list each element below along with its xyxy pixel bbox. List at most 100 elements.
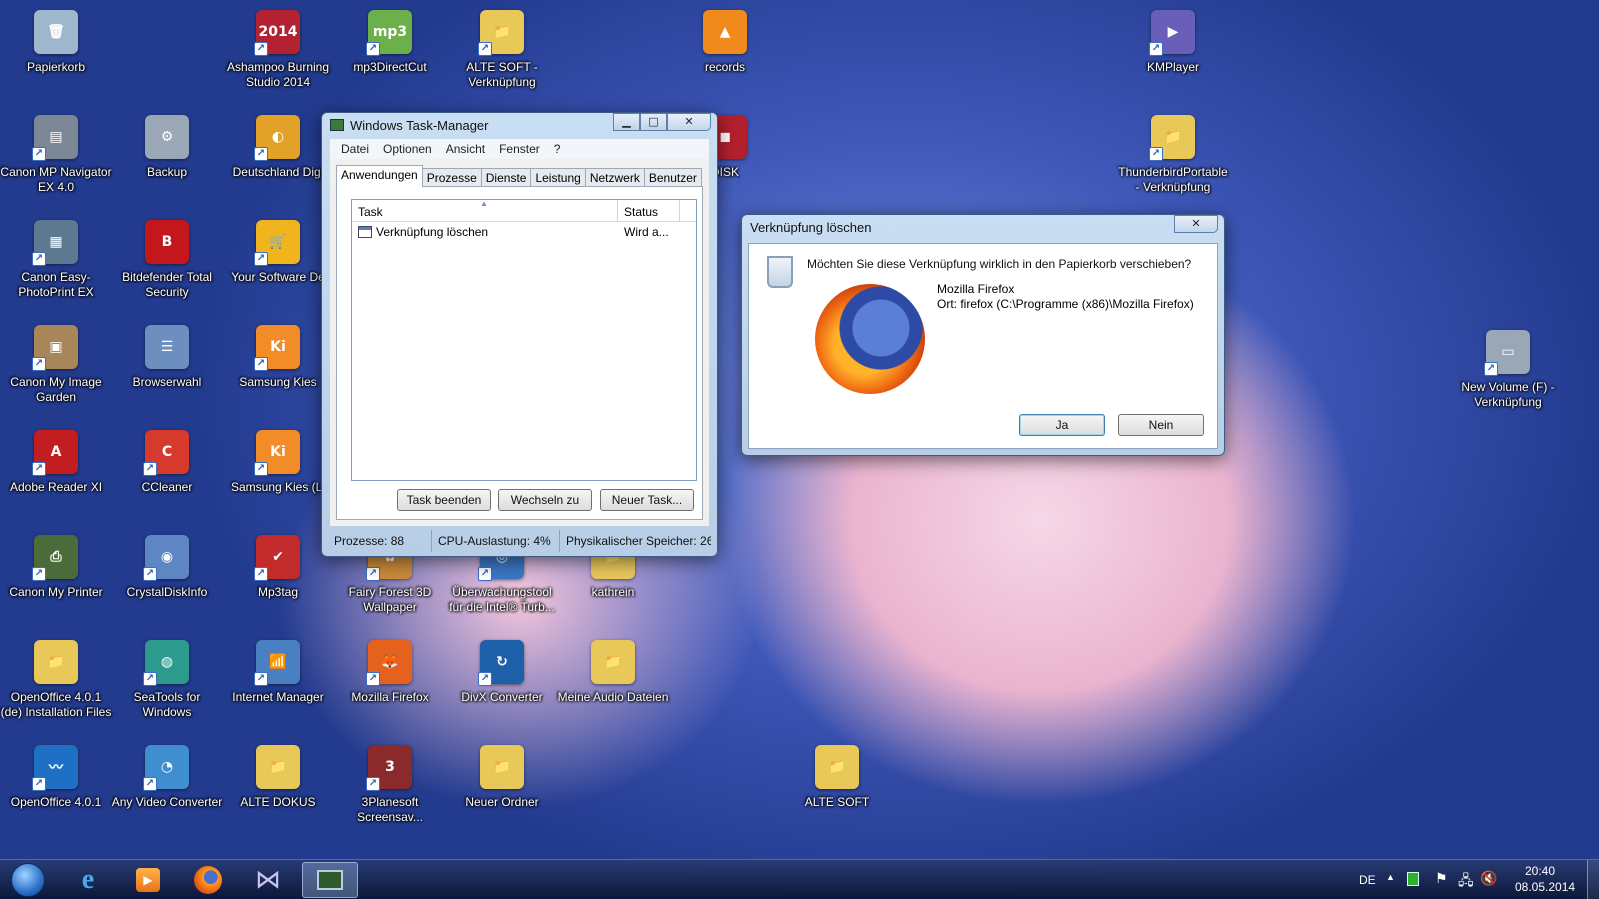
- menu-fenster[interactable]: Fenster: [492, 142, 547, 156]
- desktop-icon[interactable]: Ki ↗ Samsung Kies: [222, 325, 334, 425]
- desktop-icon[interactable]: 🦊 ↗ Mozilla Firefox: [334, 640, 446, 740]
- end-task-button[interactable]: Task beenden: [397, 489, 491, 511]
- desktop-icon-label: Ashampoo Burning Studio 2014: [226, 60, 330, 89]
- task-name: Verknüpfung löschen: [376, 225, 489, 239]
- desktop-icon-image: Ki ↗: [254, 430, 300, 476]
- tab-benutzer[interactable]: Benutzer: [643, 168, 702, 187]
- menu-help[interactable]: ?: [547, 142, 568, 156]
- dialog-close-button[interactable]: ✕: [1174, 215, 1218, 233]
- desktop-icon[interactable]: B Bitdefender Total Security: [111, 220, 223, 320]
- tab-dienste[interactable]: Dienste: [480, 168, 532, 187]
- taskbar-kmplayer[interactable]: ⋈: [240, 862, 296, 898]
- desktop-icon[interactable]: 2014 ↗ Ashampoo Burning Studio 2014: [222, 10, 334, 110]
- desktop-icon[interactable]: ◔ ↗ Any Video Converter: [111, 745, 223, 845]
- column-status[interactable]: Status: [618, 200, 680, 221]
- dialog-question: Möchten Sie diese Verknüpfung wirklich i…: [807, 257, 1192, 271]
- item-location: Ort: firefox (C:\Programme (x86)\Mozilla…: [937, 297, 1194, 311]
- desktop-icon[interactable]: ◉ ↗ CrystalDiskInfo: [111, 535, 223, 635]
- yes-button[interactable]: Ja: [1019, 414, 1105, 436]
- desktop-icon[interactable]: 📁 Neuer Ordner: [446, 745, 558, 845]
- desktop-icon[interactable]: ▲ records: [669, 10, 781, 110]
- desktop-icon-label: records: [704, 60, 745, 74]
- clock-time[interactable]: 20:40: [1525, 864, 1555, 878]
- tab-prozesse[interactable]: Prozesse: [421, 168, 482, 187]
- table-row[interactable]: Verknüpfung löschen Wird a...: [352, 222, 696, 242]
- tab-leistung[interactable]: Leistung: [530, 168, 586, 187]
- taskbar-media-player[interactable]: ▶: [120, 862, 176, 898]
- desktop-icon-image: ⎙ ↗: [32, 535, 78, 581]
- desktop-icon[interactable]: 📁 ALTE DOKUS: [222, 745, 334, 845]
- sort-arrow-icon: ▲: [480, 199, 488, 208]
- desktop-icon-image: ▣ ↗: [32, 325, 78, 371]
- desktop-icon[interactable]: ⚙ Backup: [111, 115, 223, 215]
- desktop-icon[interactable]: 🛒 ↗ Your Software De: [222, 220, 334, 320]
- taskbar-firefox[interactable]: [180, 862, 236, 898]
- tab-netzwerk[interactable]: Netzwerk: [584, 168, 645, 187]
- network-status-icon[interactable]: [1407, 872, 1419, 886]
- desktop-icon[interactable]: ▤ ↗ Canon MP Navigator EX 4.0: [0, 115, 112, 215]
- dialog-titlebar[interactable]: Verknüpfung löschen: [742, 215, 1224, 239]
- column-task[interactable]: Task ▲: [352, 199, 618, 221]
- desktop-icon[interactable]: ↻ ↗ DivX Converter: [446, 640, 558, 740]
- switch-to-button[interactable]: Wechseln zu: [498, 489, 592, 511]
- desktop-icon-label: Deutschland Digi: [232, 165, 324, 179]
- desktop-icon-glyph: 🗑: [47, 24, 65, 40]
- desktop-icon[interactable]: Ki ↗ Samsung Kies (Li: [222, 430, 334, 530]
- desktop-icon[interactable]: ▶ ↗ KMPlayer: [1117, 10, 1229, 110]
- desktop-icon-image: Ki ↗: [254, 325, 300, 371]
- desktop-icon[interactable]: ▣ ↗ Canon My Image Garden: [0, 325, 112, 425]
- shortcut-arrow-icon: ↗: [478, 672, 492, 686]
- desktop-icon[interactable]: mp3 ↗ mp3DirectCut: [334, 10, 446, 110]
- shortcut-arrow-icon: ↗: [478, 42, 492, 56]
- window-icon: [358, 226, 372, 238]
- desktop-icon-glyph: 📁: [828, 759, 846, 775]
- tab-anwendungen[interactable]: Anwendungen: [336, 165, 423, 187]
- volume-muted-icon[interactable]: 🔇: [1480, 870, 1497, 887]
- desktop-icon[interactable]: 📁 OpenOffice 4.0.1 (de) Installation File…: [0, 640, 112, 740]
- desktop-icon[interactable]: A ↗ Adobe Reader XI: [0, 430, 112, 530]
- taskbar-task-manager[interactable]: [302, 862, 358, 898]
- desktop-icon[interactable]: ◐ ↗ Deutschland Digi: [222, 115, 334, 215]
- close-button[interactable]: ✕: [667, 113, 711, 131]
- desktop-icon-label: Canon MP Navigator EX 4.0: [0, 165, 112, 194]
- desktop-icon[interactable]: ⎙ ↗ Canon My Printer: [0, 535, 112, 635]
- clock-date[interactable]: 08.05.2014: [1515, 880, 1575, 894]
- language-indicator[interactable]: DE: [1359, 873, 1376, 887]
- desktop-icon[interactable]: ◍ ↗ SeaTools for Windows: [111, 640, 223, 740]
- desktop-icon[interactable]: 📁 ↗ ALTE SOFT - Verknüpfung: [446, 10, 558, 110]
- desktop-icon[interactable]: 📁 ALTE SOFT: [781, 745, 893, 845]
- action-center-flag-icon[interactable]: ⚑: [1435, 870, 1448, 887]
- start-button[interactable]: [0, 862, 56, 898]
- desktop-icon[interactable]: 📁 Meine Audio Dateien: [557, 640, 669, 740]
- show-hidden-icons-icon[interactable]: ▲: [1386, 872, 1395, 882]
- desktop-icon-label: Backup: [146, 165, 188, 179]
- desktop-icon-label: Papierkorb: [26, 60, 86, 74]
- minimize-button[interactable]: ▁: [613, 113, 640, 131]
- desktop-icon[interactable]: 〰 ↗ OpenOffice 4.0.1: [0, 745, 112, 845]
- desktop-icon-image: ◐ ↗: [254, 115, 300, 161]
- desktop-icon[interactable]: ☰ Browserwahl: [111, 325, 223, 425]
- new-task-button[interactable]: Neuer Task...: [600, 489, 694, 511]
- taskbar-internet-explorer[interactable]: e: [60, 862, 116, 898]
- desktop-icon-glyph: 🛒: [269, 234, 287, 250]
- desktop-icon[interactable]: C ↗ CCleaner: [111, 430, 223, 530]
- task-list[interactable]: Task ▲ Status Verknüpfung löschen Wird a…: [351, 199, 697, 481]
- desktop-icon-glyph: 📁: [269, 759, 287, 775]
- network-icon[interactable]: 🖧: [1458, 870, 1474, 894]
- desktop-icon[interactable]: 📶 ↗ Internet Manager: [222, 640, 334, 740]
- shortcut-arrow-icon: ↗: [366, 567, 380, 581]
- task-list-header: Task ▲ Status: [352, 199, 696, 222]
- desktop-icon[interactable]: 📁 ↗ ThunderbirdPortable - Verknüpfung: [1117, 115, 1229, 215]
- desktop-icon[interactable]: ✔ ↗ Mp3tag: [222, 535, 334, 635]
- menu-datei[interactable]: Datei: [334, 142, 376, 156]
- desktop-icon[interactable]: ▭ ↗ New Volume (F) - Verknüpfung: [1452, 330, 1564, 430]
- show-desktop-button[interactable]: [1587, 860, 1599, 899]
- desktop-icon-glyph: 3: [385, 759, 395, 775]
- no-button[interactable]: Nein: [1118, 414, 1204, 436]
- desktop-icon[interactable]: ▦ ↗ Canon Easy-PhotoPrint EX: [0, 220, 112, 320]
- desktop-icon[interactable]: 🗑 Papierkorb: [0, 10, 112, 110]
- menu-ansicht[interactable]: Ansicht: [439, 142, 492, 156]
- desktop-icon[interactable]: 3 ↗ 3Planesoft Screensav...: [334, 745, 446, 845]
- maximize-button[interactable]: □: [640, 113, 667, 131]
- menu-optionen[interactable]: Optionen: [376, 142, 439, 156]
